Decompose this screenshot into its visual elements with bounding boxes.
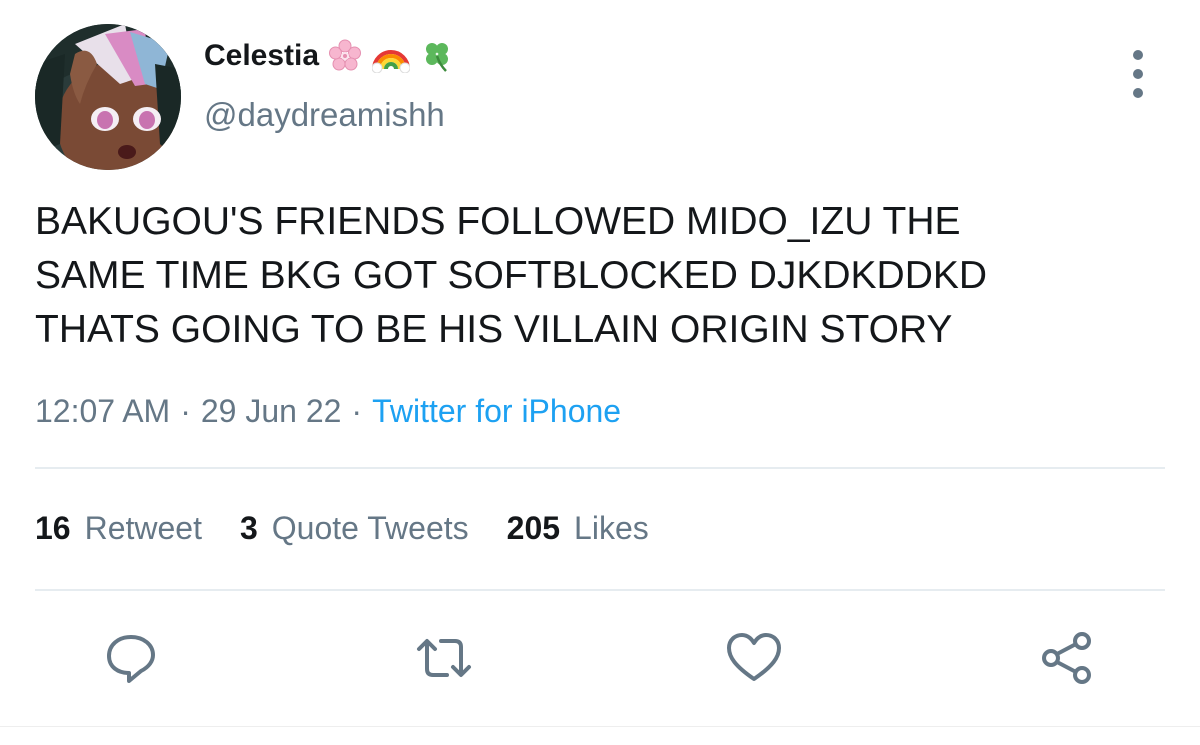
like-label: Likes <box>574 510 649 546</box>
reply-icon <box>107 635 155 683</box>
display-name-row[interactable]: Celestia <box>204 36 457 76</box>
tweet-meta: 12:07 AM · 29 Jun 22 · Twitter for iPhon… <box>35 393 621 430</box>
tweet-stats: 16 Retweet 3 Quote Tweets 205 Likes <box>35 510 687 547</box>
retweet-count: 16 <box>35 510 71 546</box>
like-count: 205 <box>506 510 561 546</box>
more-icon-dot <box>1133 50 1143 60</box>
cherry-blossom-emoji <box>325 36 365 76</box>
divider <box>35 589 1165 591</box>
tweet-text: BAKUGOU'S FRIENDS FOLLOWED MIDO_IZU THE … <box>35 200 988 351</box>
user-handle[interactable]: @daydreamishh <box>204 96 445 134</box>
more-icon-dot <box>1133 88 1143 98</box>
bottom-border <box>0 726 1200 727</box>
retweet-icon <box>417 639 471 677</box>
tweet-time[interactable]: 12:07 AM <box>35 393 170 430</box>
share-icon <box>1042 632 1091 684</box>
retweet-count-link[interactable]: 16 Retweet <box>35 510 202 547</box>
tweet-source-link[interactable]: Twitter for iPhone <box>372 393 621 430</box>
tweet-actions <box>0 628 1200 688</box>
more-icon-dot <box>1133 69 1143 79</box>
like-button[interactable] <box>724 628 784 688</box>
four-leaf-clover-emoji <box>417 36 457 76</box>
quote-count: 3 <box>239 510 258 546</box>
quote-count-link[interactable]: 3 Quote Tweets <box>240 510 469 547</box>
retweet-label: Retweet <box>84 510 202 546</box>
divider <box>35 467 1165 469</box>
more-options-button[interactable] <box>1122 50 1154 98</box>
avatar-image <box>35 24 181 170</box>
quote-label: Quote Tweets <box>271 510 469 546</box>
avatar[interactable] <box>35 24 181 170</box>
like-count-link[interactable]: 205 Likes <box>507 510 649 547</box>
meta-separator: · <box>351 393 363 429</box>
retweet-button[interactable] <box>414 628 474 688</box>
display-name[interactable]: Celestia <box>204 39 319 73</box>
like-icon <box>727 633 781 681</box>
tweet-date[interactable]: 29 Jun 22 <box>201 393 342 430</box>
meta-separator: · <box>180 393 191 429</box>
tweet-card: Celestia @daydreamishh BAKUGOU'S FRIENDS… <box>0 0 1200 745</box>
reply-button[interactable] <box>101 628 161 688</box>
share-button[interactable] <box>1037 628 1097 688</box>
rainbow-emoji <box>371 36 411 76</box>
